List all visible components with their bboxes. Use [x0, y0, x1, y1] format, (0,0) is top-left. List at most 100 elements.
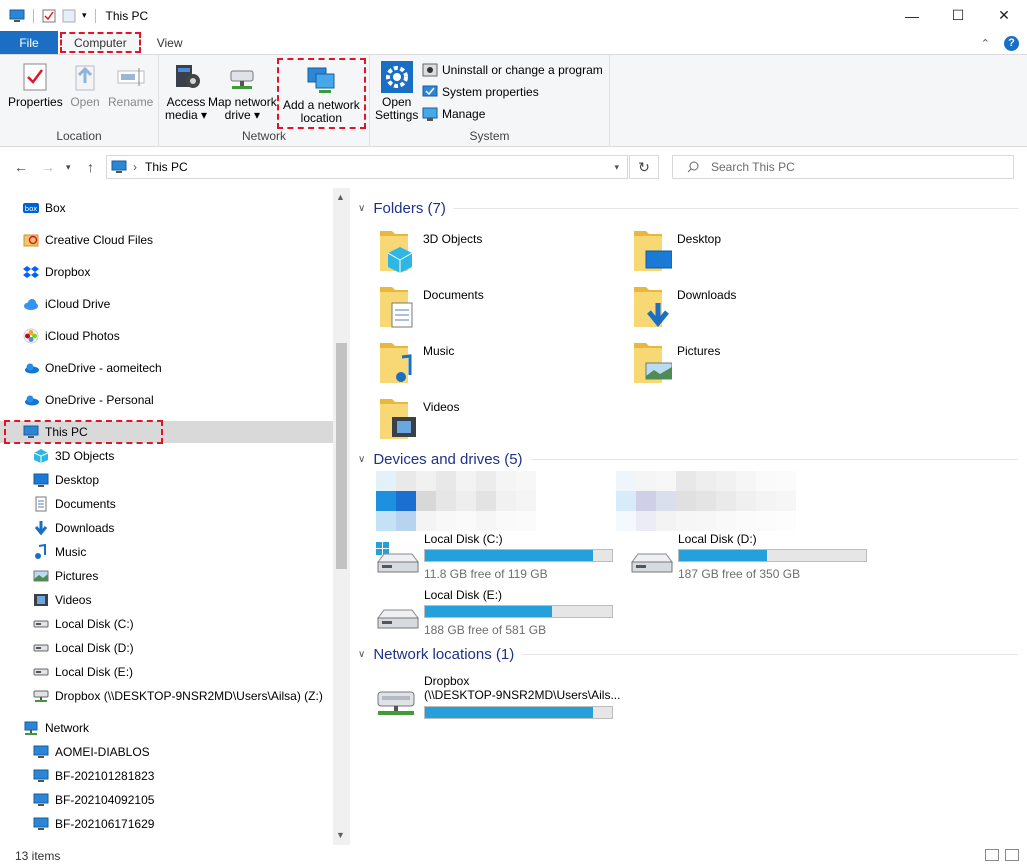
tab-file[interactable]: File — [0, 31, 58, 54]
sidebar-item-desktop[interactable]: Desktop — [0, 469, 333, 491]
folder-documents[interactable]: Documents — [378, 281, 484, 329]
scroll-up-icon[interactable]: ▲ — [336, 192, 345, 202]
sidebar-item-box[interactable]: box Box — [0, 197, 333, 219]
properties-button[interactable]: Properties — [8, 61, 63, 109]
close-button[interactable]: ✕ — [981, 0, 1027, 31]
system-properties-button[interactable]: System properties — [422, 84, 539, 100]
network-header-label: Network locations (1) — [373, 646, 515, 663]
scroll-thumb[interactable] — [336, 343, 347, 569]
collapse-chevron-icon[interactable]: ∨ — [358, 454, 365, 465]
network-drive-icon — [33, 690, 49, 702]
new-folder-quick-icon[interactable] — [62, 9, 76, 23]
sidebar-item-aomei-diablos[interactable]: AOMEI-DIABLOS — [0, 741, 333, 763]
sidebar-item-videos[interactable]: Videos — [0, 589, 333, 611]
add-network-location-icon — [307, 67, 335, 93]
sidebar-item-icloud-drive[interactable]: iCloud Drive — [0, 293, 333, 315]
rename-button[interactable]: Rename — [108, 61, 153, 109]
tab-view[interactable]: View — [143, 31, 197, 54]
sidebar-item-local-disk-e[interactable]: Local Disk (E:) — [0, 661, 333, 683]
open-button[interactable]: Open — [69, 61, 101, 109]
collapse-chevron-icon[interactable]: ∨ — [358, 649, 365, 660]
network-location-tile[interactable]: Dropbox (\\DESKTOP-9NSR2MD\Users\Ails... — [374, 674, 624, 720]
sidebar-item-onedrive-aomeitech[interactable]: OneDrive - aomeitech — [0, 357, 333, 379]
drive-local-disk-e[interactable]: Local Disk (E:) 188 GB free of 581 GB — [374, 588, 624, 638]
sidebar-item-onedrive-personal[interactable]: OneDrive - Personal — [0, 389, 333, 411]
access-media-button[interactable]: Access media ▾ — [165, 61, 207, 122]
back-arrow-icon[interactable]: ← — [14, 159, 28, 175]
details-view-icon[interactable] — [985, 849, 999, 861]
onedrive-icon — [25, 363, 39, 374]
uninstall-icon — [422, 63, 438, 77]
refresh-button[interactable]: ↻ — [629, 155, 659, 179]
sidebar-item-local-disk-d[interactable]: Local Disk (D:) — [0, 637, 333, 659]
network-location-usage-bar — [424, 706, 613, 719]
sidebar-item-label: Desktop — [55, 473, 100, 487]
sidebar-item-music[interactable]: Music — [0, 541, 333, 563]
sidebar-item-dropbox-desktop-9nsr2md-users-ailsa-z[interactable]: Dropbox (\\DESKTOP-9NSR2MD\Users\Ailsa) … — [0, 685, 333, 707]
sidebar-item-documents[interactable]: Documents — [0, 493, 333, 515]
open-settings-button[interactable]: Open Settings — [375, 61, 418, 122]
properties-quick-icon[interactable] — [42, 9, 56, 23]
sidebar-item-bf-202101281823[interactable]: BF-202101281823 — [0, 765, 333, 787]
devices-section-header[interactable]: ∨ Devices and drives (5) — [358, 451, 1018, 468]
customize-quick-access-icon[interactable]: ▾ — [82, 10, 87, 21]
large-icons-view-icon[interactable] — [1005, 849, 1019, 861]
folder-3d-objects[interactable]: 3D Objects — [378, 225, 482, 273]
folder-label: Downloads — [677, 288, 737, 302]
3d-objects-icon — [33, 449, 49, 463]
expand-ribbon-icon[interactable]: ⌃ — [981, 37, 990, 50]
navigation-bar: ← → ▾ ↑ › This PC ▾ ↻ Search This PC — [0, 147, 1027, 187]
breadcrumb-separator-icon[interactable]: › — [133, 160, 137, 174]
folder-pictures[interactable]: Pictures — [632, 337, 720, 385]
folder-downloads[interactable]: Downloads — [632, 281, 736, 329]
drive-usage-bar — [424, 605, 613, 618]
help-icon[interactable]: ? — [1004, 35, 1019, 51]
sidebar-item-local-disk-c[interactable]: Local Disk (C:) — [0, 613, 333, 635]
scroll-down-icon[interactable]: ▼ — [336, 830, 345, 840]
sidebar-item-dropbox[interactable]: Dropbox — [0, 261, 333, 283]
drive-local-disk-c[interactable]: Local Disk (C:) 11.8 GB free of 119 GB — [374, 532, 624, 582]
collapse-chevron-icon[interactable]: ∨ — [358, 203, 365, 214]
sidebar-item-3d-objects[interactable]: 3D Objects — [0, 445, 333, 467]
sidebar-item-label: Creative Cloud Files — [45, 233, 154, 247]
folder-desktop[interactable]: Desktop — [632, 225, 721, 273]
sidebar-item-pictures[interactable]: Pictures — [0, 565, 333, 587]
breadcrumb[interactable]: This PC — [145, 160, 188, 174]
sidebar-item-label: Pictures — [55, 569, 99, 583]
drive-local-disk-d[interactable]: Local Disk (D:) 187 GB free of 350 GB — [628, 532, 878, 582]
sidebar-item-bf-202104092105[interactable]: BF-202104092105 — [0, 789, 333, 811]
minimize-button[interactable]: — — [889, 0, 935, 31]
search-input[interactable]: Search This PC — [672, 155, 1014, 179]
network-locations-section-header[interactable]: ∨ Network locations (1) — [358, 646, 1018, 663]
drive-icon — [33, 620, 49, 628]
sidebar-scrollbar[interactable]: ▲ ▼ — [333, 188, 350, 845]
up-arrow-icon[interactable]: ↑ — [87, 159, 94, 175]
maximize-button[interactable]: ☐ — [935, 0, 981, 31]
folder-music[interactable]: Music — [378, 337, 454, 385]
sidebar-item-bf-202106171629[interactable]: BF-202106171629 — [0, 813, 333, 835]
drive-icon — [376, 542, 419, 573]
map-network-drive-button[interactable]: Map network drive ▾ — [208, 61, 277, 122]
forward-arrow-icon[interactable]: → — [41, 159, 55, 175]
folder-videos[interactable]: Videos — [378, 393, 459, 441]
open-label: Open — [70, 95, 100, 109]
sidebar-item-network[interactable]: Network — [0, 717, 333, 739]
recent-locations-chevron-icon[interactable]: ▾ — [66, 162, 71, 173]
sidebar-item-label: Dropbox — [45, 265, 91, 279]
sidebar-item-downloads[interactable]: Downloads — [0, 517, 333, 539]
computer-icon — [33, 745, 49, 758]
drive-icon — [377, 609, 419, 629]
address-bar[interactable]: › This PC ▾ — [106, 155, 628, 179]
tab-computer[interactable]: Computer — [60, 32, 141, 53]
ribbon-tabs: File Computer View ⌃ ? — [0, 31, 1027, 55]
blurred-drive-tile[interactable] — [616, 471, 796, 491]
folders-section-header[interactable]: ∨ Folders (7) — [358, 200, 1018, 217]
address-dropdown-icon[interactable]: ▾ — [614, 162, 619, 173]
sidebar-item-icloud-photos[interactable]: iCloud Photos — [0, 325, 333, 347]
drive-name: Local Disk (D:) — [678, 532, 757, 546]
add-network-location-button[interactable]: Add a network location — [277, 58, 366, 129]
sidebar-item-creative-cloud-files[interactable]: Creative Cloud Files — [0, 229, 333, 251]
uninstall-program-button[interactable]: Uninstall or change a program — [422, 62, 603, 78]
manage-button[interactable]: Manage — [422, 106, 485, 122]
blurred-drive-tile[interactable] — [376, 471, 536, 491]
